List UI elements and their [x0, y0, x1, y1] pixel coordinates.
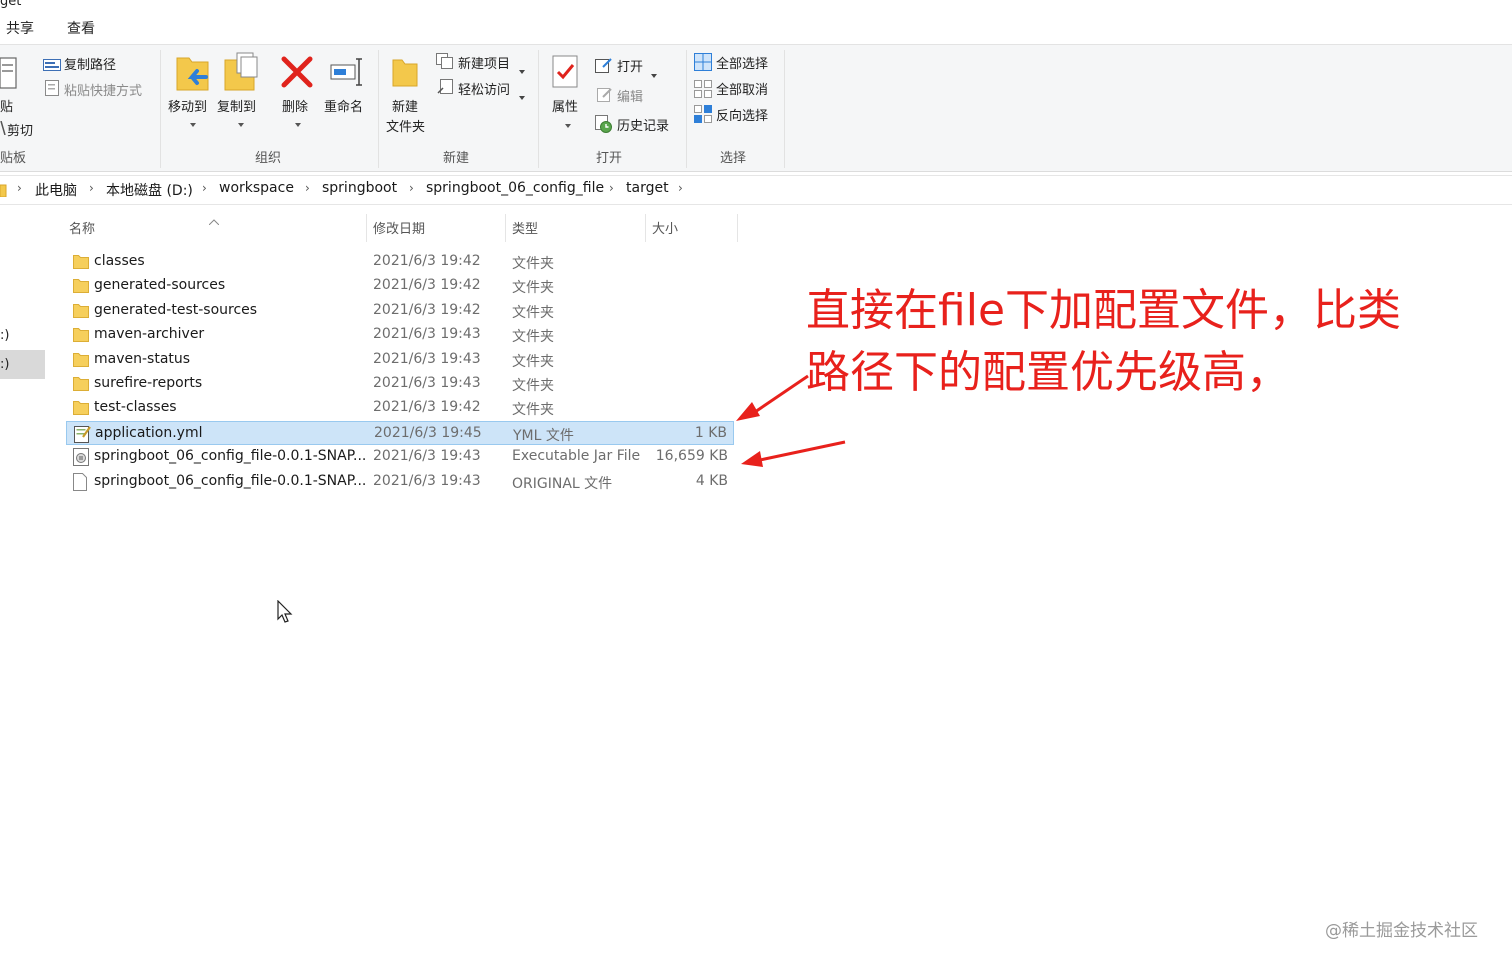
mouse-cursor-icon [277, 600, 293, 623]
arrow-to-application-yml [736, 374, 809, 421]
watermark: @稀土掘金技术社区 [1325, 921, 1478, 941]
annotation-arrows [736, 374, 846, 467]
arrow-to-jar-file [741, 440, 846, 467]
